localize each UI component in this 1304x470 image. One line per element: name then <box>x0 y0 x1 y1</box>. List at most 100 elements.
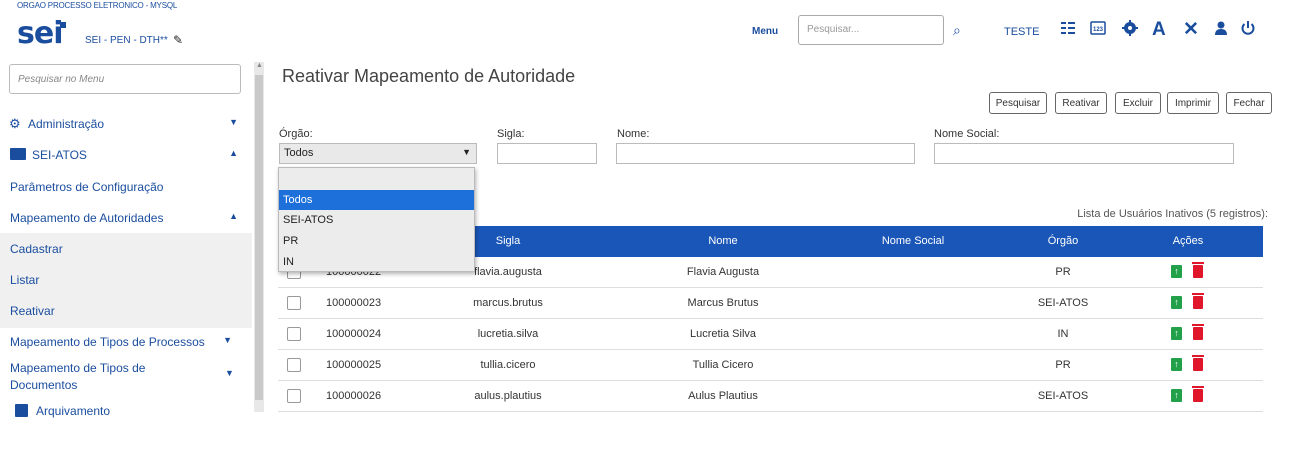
table-row: 100000023 marcus.brutus Marcus Brutus SE… <box>278 288 1263 319</box>
chevron-down-icon: ▼ <box>223 335 232 345</box>
imprimir-button[interactable]: Imprimir <box>1167 92 1219 114</box>
nome-social-input[interactable] <box>934 143 1234 164</box>
sidebar-search-input[interactable]: Pesquisar no Menu <box>9 64 241 94</box>
row-id: 100000026 <box>326 390 382 402</box>
row-nome: Marcus Brutus <box>687 297 759 309</box>
row-sigla: marcus.brutus <box>473 297 543 309</box>
user-icon[interactable] <box>1213 20 1229 41</box>
nome-input[interactable] <box>616 143 915 164</box>
sidebar-item-label: Mapeamento de Tipos de Documentos <box>10 361 146 392</box>
dropdown-option-in[interactable]: IN <box>279 252 474 272</box>
sigla-label: Sigla: <box>497 128 525 140</box>
top-bar: ORGAO PROCESSO ELETRONICO - MYSQL sei SE… <box>0 0 1304 58</box>
trash-icon[interactable] <box>1192 355 1204 371</box>
orgao-selected-value: Todos <box>284 147 314 159</box>
chevron-down-icon: ▼ <box>462 147 471 157</box>
table-row: 100000024 lucretia.silva Lucretia Silva … <box>278 319 1263 350</box>
sidebar-item-reativar[interactable]: Reativar <box>0 304 252 322</box>
row-orgao: SEI-ATOS <box>1037 297 1089 309</box>
sidebar-item-arquivamento[interactable]: Arquivamento <box>0 404 252 422</box>
sigla-input[interactable] <box>497 143 597 164</box>
table-row: 100000025 tullia.cicero Tullia Cicero PR… <box>278 350 1263 381</box>
sidebar-item-label: Arquivamento <box>36 404 111 418</box>
page-title: Reativar Mapeamento de Autoridade <box>282 66 576 86</box>
calendar-icon[interactable]: 123 <box>1090 20 1106 41</box>
reativar-icon[interactable]: ↑ <box>1171 358 1182 371</box>
row-orgao: SEI-ATOS <box>1037 390 1089 402</box>
power-icon[interactable] <box>1240 20 1256 41</box>
menu-link[interactable]: Menu <box>752 26 778 37</box>
header-nome-social[interactable]: Nome Social <box>868 235 958 247</box>
dropdown-option-todos[interactable]: Todos <box>279 190 474 210</box>
sidebar-item-label: Mapeamento de Autoridades <box>10 211 164 225</box>
row-sigla: lucretia.silva <box>477 328 539 340</box>
sei-logo[interactable]: sei <box>17 16 63 51</box>
pesquisar-button[interactable]: Pesquisar <box>989 92 1047 114</box>
chevron-up-icon: ▲ <box>229 211 238 221</box>
sidebar-item-tipos-processos[interactable]: Mapeamento de Tipos de Processos ▼ <box>0 335 252 353</box>
row-checkbox[interactable] <box>287 296 301 310</box>
reativar-button[interactable]: Reativar <box>1055 92 1107 114</box>
dropdown-option-sei-atos[interactable]: SEI-ATOS <box>279 210 474 230</box>
folder-icon <box>10 148 26 160</box>
trash-icon[interactable] <box>1192 262 1204 278</box>
pencil-icon[interactable]: ✎ <box>173 33 183 47</box>
row-sigla: aulus.plautius <box>474 390 542 402</box>
dropdown-option-pr[interactable]: PR <box>279 231 474 251</box>
logo-mark <box>60 22 66 28</box>
grid-icon[interactable] <box>1060 20 1076 41</box>
reativar-icon[interactable]: ↑ <box>1171 389 1182 402</box>
chevron-down-icon: ▼ <box>225 368 234 378</box>
dropdown-option-empty[interactable] <box>279 169 474 189</box>
sidebar-item-label: Reativar <box>10 304 55 318</box>
font-size-icon[interactable]: A <box>1152 19 1166 41</box>
archive-icon <box>15 404 28 417</box>
chevron-up-icon: ▲ <box>229 148 238 158</box>
row-checkbox[interactable] <box>287 389 301 403</box>
search-icon[interactable]: ⌕ <box>953 22 961 39</box>
row-id: 100000025 <box>326 359 382 371</box>
row-orgao: PR <box>1055 266 1071 278</box>
user-unit-label[interactable]: TESTE <box>1004 26 1039 38</box>
trash-icon[interactable] <box>1192 293 1204 309</box>
svg-text:123: 123 <box>1093 27 1104 33</box>
excluir-button[interactable]: Excluir <box>1115 92 1161 114</box>
system-label: SEI - PEN - DTH** <box>85 35 168 46</box>
orgao-dropdown-list: Todos SEI-ATOS PR IN <box>278 167 475 272</box>
sidebar-scroll-thumb[interactable] <box>255 75 263 400</box>
sidebar-item-mapeamento-autoridades[interactable]: Mapeamento de Autoridades ▲ <box>0 211 252 229</box>
top-search-input[interactable]: Pesquisar... <box>798 15 944 45</box>
fechar-button[interactable]: Fechar <box>1226 92 1272 114</box>
gears-icon: ⚙ <box>9 116 21 131</box>
sidebar-item-parametros[interactable]: Parâmetros de Configuração <box>0 180 252 198</box>
table-row: 100000026 aulus.plautius Aulus Plautius … <box>278 381 1263 412</box>
row-nome: Tullia Cicero <box>692 359 754 371</box>
row-checkbox[interactable] <box>287 327 301 341</box>
header-sigla[interactable]: Sigla <box>478 235 538 247</box>
scroll-up-arrow[interactable]: ▲ <box>256 62 263 69</box>
sidebar-item-cadastrar[interactable]: Cadastrar <box>0 242 252 260</box>
row-checkbox[interactable] <box>287 358 301 372</box>
row-id: 100000024 <box>326 328 382 340</box>
header-nome[interactable]: Nome <box>688 235 758 247</box>
row-nome: Aulus Plautius <box>688 390 758 402</box>
header-orgao[interactable]: Órgão <box>1033 235 1093 247</box>
sidebar-item-label: SEI-ATOS <box>32 148 87 162</box>
reativar-icon[interactable]: ↑ <box>1171 327 1182 340</box>
tools-icon[interactable]: ✕ <box>1183 18 1199 41</box>
gear-icon[interactable] <box>1122 20 1138 41</box>
sidebar-item-label: Cadastrar <box>10 242 63 256</box>
sidebar-item-label: Administração <box>28 117 105 131</box>
orgao-select[interactable]: Todos ▼ <box>279 143 477 164</box>
reativar-icon[interactable]: ↑ <box>1171 296 1182 309</box>
trash-icon[interactable] <box>1192 324 1204 340</box>
sidebar-item-listar[interactable]: Listar <box>0 273 252 291</box>
list-caption: Lista de Usuários Inativos (5 registros)… <box>1077 208 1268 220</box>
sidebar-item-label: Listar <box>10 273 40 287</box>
reativar-icon[interactable]: ↑ <box>1171 265 1182 278</box>
sidebar-item-administracao[interactable]: ⚙ Administração ▼ <box>0 116 252 135</box>
sidebar-item-tipos-documentos[interactable]: Mapeamento de Tipos de Documentos <box>0 360 190 394</box>
trash-icon[interactable] <box>1192 386 1204 402</box>
nome-social-label: Nome Social: <box>934 128 1000 140</box>
sidebar-item-sei-atos[interactable]: SEI-ATOS ▲ <box>0 148 252 166</box>
